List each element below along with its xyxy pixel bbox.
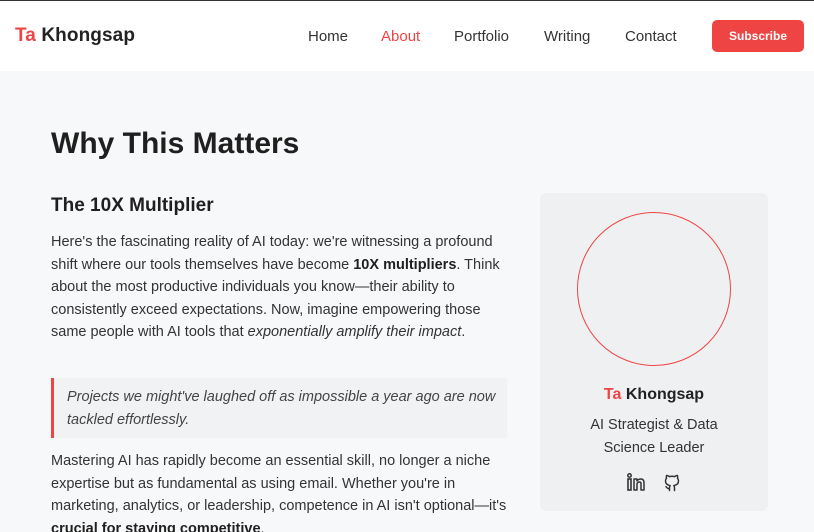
nav-writing[interactable]: Writing xyxy=(544,28,590,45)
nav-contact[interactable]: Contact xyxy=(625,28,677,45)
avatar xyxy=(577,212,731,366)
logo-last-name: Khongsap xyxy=(41,25,136,46)
site-logo[interactable]: Ta Khongsap xyxy=(15,25,135,47)
nav-portfolio[interactable]: Portfolio xyxy=(454,28,509,45)
page-title: Why This Matters xyxy=(51,127,300,160)
nav-home[interactable]: Home xyxy=(308,28,348,45)
second-text-a: Mastering AI has rapidly become an essen… xyxy=(51,453,507,514)
profile-last-name: Khongsap xyxy=(625,386,705,403)
profile-card: Ta Khongsap AI Strategist & Data Science… xyxy=(540,193,768,511)
site-header: Ta Khongsap Home About Portfolio Writing… xyxy=(0,1,814,71)
linkedin-icon[interactable] xyxy=(626,472,646,492)
profile-first-name: Ta xyxy=(603,386,622,403)
social-links xyxy=(540,472,768,492)
profile-name: Ta Khongsap xyxy=(540,386,768,404)
nav-about[interactable]: About xyxy=(381,28,420,45)
intro-text-e: . xyxy=(461,324,466,340)
section-title: The 10X Multiplier xyxy=(51,195,214,216)
second-paragraph: Mastering AI has rapidly become an essen… xyxy=(51,450,511,532)
logo-first-name: Ta xyxy=(15,25,36,46)
second-text-c: . xyxy=(260,520,265,532)
intro-paragraph: Here's the fascinating reality of AI tod… xyxy=(51,231,511,344)
profile-role: AI Strategist & Data Science Leader xyxy=(590,417,718,456)
second-text-bold: crucial for staying competitive xyxy=(51,520,261,532)
github-icon[interactable] xyxy=(662,472,682,492)
intro-text-bold: 10X multipliers xyxy=(353,256,457,273)
pull-quote: Projects we might've laughed off as impo… xyxy=(51,378,507,438)
intro-text-italic: exponentially amplify their impact xyxy=(247,324,462,340)
subscribe-button[interactable]: Subscribe xyxy=(712,20,804,52)
